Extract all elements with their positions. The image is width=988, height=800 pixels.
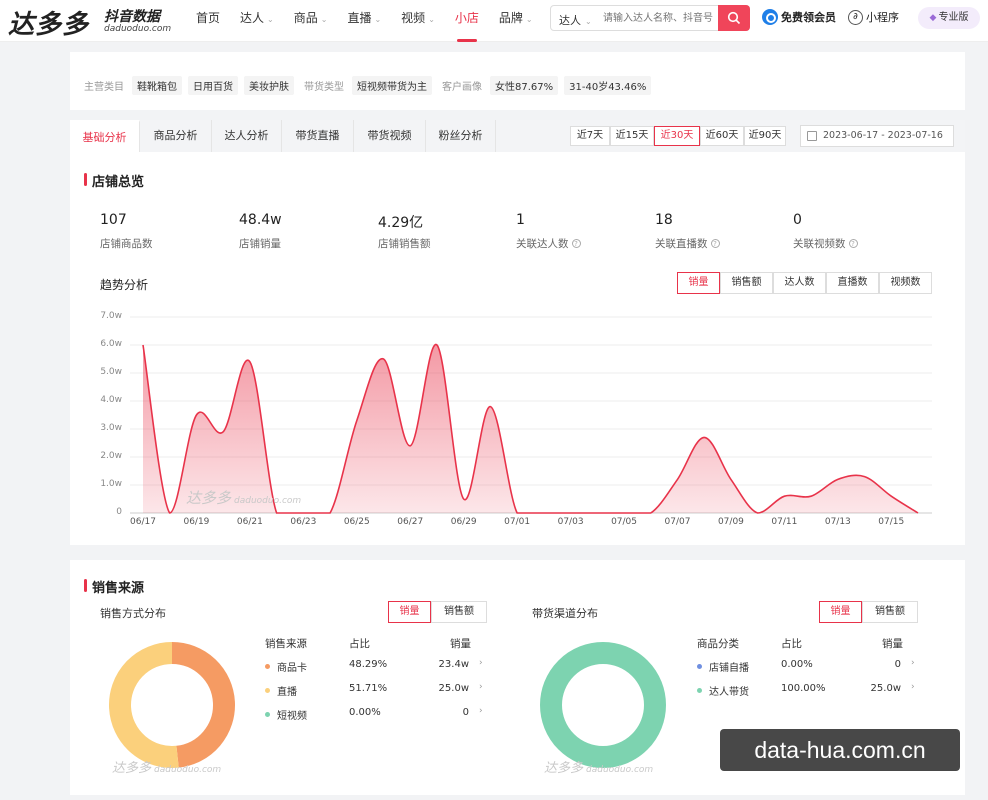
donut-slice [540, 642, 666, 768]
domain-overlay: data-hua.com.cn [720, 729, 960, 771]
sales-donuts [109, 642, 666, 768]
donut-watermark-left: 达多多 daduoduo.com [112, 761, 222, 776]
donut-watermark-right: 达多多 daduoduo.com [544, 761, 654, 776]
donut-slice [109, 642, 179, 768]
donut-slice [171, 642, 235, 768]
